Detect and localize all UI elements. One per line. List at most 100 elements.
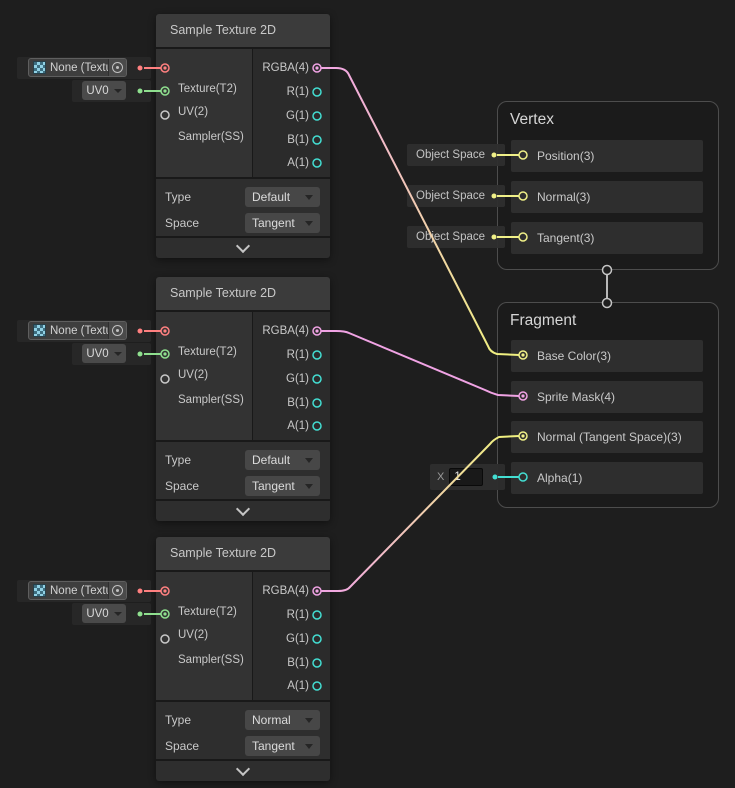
- node-controls: Type Default Space Tangent: [156, 179, 330, 236]
- uv-channel-value: UV0: [86, 608, 108, 620]
- space-label: Space: [165, 213, 199, 233]
- position-space-dropdown[interactable]: Object Space: [407, 144, 505, 166]
- type-value: Default: [252, 190, 290, 204]
- wire-rgba2-to-sprite-mask[interactable]: [317, 331, 519, 396]
- output-label-r: R(1): [287, 84, 309, 100]
- row-label: Sprite Mask(4): [537, 381, 615, 413]
- output-label-rgba: RGBA(4): [262, 323, 309, 339]
- row-label: Normal (Tangent Space)(3): [537, 421, 682, 453]
- node-input-panel: Texture(T2) UV(2) Sampler(SS): [156, 312, 252, 440]
- output-label-g: G(1): [286, 108, 309, 124]
- vertex-context-block[interactable]: Vertex Position(3) Normal(3) Tangent(3): [497, 101, 719, 270]
- shader-graph-canvas[interactable]: Sample Texture 2D Texture(T2) UV(2) Samp…: [0, 0, 735, 788]
- collapse-toggle[interactable]: [156, 238, 330, 258]
- uv-channel-dropdown[interactable]: UV0: [82, 604, 126, 623]
- space-dropdown[interactable]: Tangent: [245, 213, 320, 233]
- chevron-down-icon: [236, 238, 250, 252]
- type-label: Type: [165, 450, 191, 470]
- input-label-uv: UV(2): [178, 367, 208, 383]
- chevron-down-icon: [236, 761, 250, 775]
- space-dropdown[interactable]: Tangent: [245, 476, 320, 496]
- type-value: Normal: [252, 713, 291, 727]
- fragment-row-normal-ts[interactable]: Normal (Tangent Space)(3): [511, 421, 703, 453]
- uv-channel-dropdown[interactable]: UV0: [82, 81, 126, 100]
- uv-channel-value: UV0: [86, 348, 108, 360]
- fragment-context-block[interactable]: Fragment Base Color(3) Sprite Mask(4) No…: [497, 302, 719, 508]
- sample-texture-2d-node-3[interactable]: Sample Texture 2D Texture(T2) UV(2) Samp…: [156, 537, 330, 781]
- fragment-row-alpha[interactable]: Alpha(1): [511, 462, 703, 494]
- fragment-row-sprite-mask[interactable]: Sprite Mask(4): [511, 381, 703, 413]
- texture-slot-widget: None (Textu: [17, 580, 151, 602]
- dropdown-arrow-icon: [305, 458, 313, 463]
- space-value: Tangent: [252, 479, 295, 493]
- texture-object-field[interactable]: None (Textu: [28, 58, 127, 77]
- texture-object-field[interactable]: None (Textu: [28, 581, 127, 600]
- type-dropdown[interactable]: Normal: [245, 710, 320, 730]
- alpha-value-input[interactable]: [449, 468, 483, 486]
- output-label-b: B(1): [287, 655, 309, 671]
- sample-texture-2d-node-2[interactable]: Sample Texture 2D Texture(T2) UV(2) Samp…: [156, 277, 330, 521]
- normal-space-dropdown[interactable]: Object Space: [407, 185, 505, 207]
- node-output-panel: RGBA(4) R(1) G(1) B(1) A(1): [253, 312, 330, 440]
- output-label-b: B(1): [287, 395, 309, 411]
- input-label-sampler: Sampler(SS): [178, 392, 244, 408]
- output-label-r: R(1): [287, 347, 309, 363]
- output-label-rgba: RGBA(4): [262, 583, 309, 599]
- fragment-title: Fragment: [510, 312, 576, 330]
- input-label-sampler: Sampler(SS): [178, 652, 244, 668]
- space-dropdown[interactable]: Tangent: [245, 736, 320, 756]
- node-controls: Type Normal Space Tangent: [156, 702, 330, 759]
- space-label: Space: [165, 476, 199, 496]
- collapse-toggle[interactable]: [156, 761, 330, 781]
- row-label: Alpha(1): [537, 462, 582, 494]
- node-title[interactable]: Sample Texture 2D: [156, 277, 330, 310]
- type-value: Default: [252, 453, 290, 467]
- output-label-a: A(1): [287, 678, 309, 694]
- dropdown-arrow-icon: [305, 221, 313, 226]
- uv-slot-widget: UV0: [72, 80, 151, 102]
- input-label-texture: Texture(T2): [178, 344, 237, 360]
- vertex-title: Vertex: [510, 111, 554, 129]
- uv-channel-dropdown[interactable]: UV0: [82, 344, 126, 363]
- space-value: Tangent: [252, 739, 295, 753]
- object-picker-icon[interactable]: [108, 322, 126, 339]
- output-label-a: A(1): [287, 418, 309, 434]
- node-input-panel: Texture(T2) UV(2) Sampler(SS): [156, 49, 252, 177]
- space-value: Tangent: [252, 216, 295, 230]
- uv-slot-widget: UV0: [72, 603, 151, 625]
- tangent-space-dropdown[interactable]: Object Space: [407, 226, 505, 248]
- texture-slot-widget: None (Textu: [17, 57, 151, 79]
- vertex-row-position[interactable]: Position(3): [511, 140, 703, 172]
- alpha-default-widget: X: [430, 464, 505, 490]
- uv-channel-value: UV0: [86, 85, 108, 97]
- wire-rgba3-to-normal-ts[interactable]: [317, 436, 519, 591]
- row-label: Base Color(3): [537, 340, 611, 372]
- vertex-row-normal[interactable]: Normal(3): [511, 181, 703, 213]
- dropdown-arrow-icon: [305, 484, 313, 489]
- vertex-row-tangent[interactable]: Tangent(3): [511, 222, 703, 254]
- node-title[interactable]: Sample Texture 2D: [156, 537, 330, 570]
- object-picker-icon[interactable]: [108, 59, 126, 76]
- row-label: Position(3): [537, 140, 594, 172]
- output-label-a: A(1): [287, 155, 309, 171]
- node-title[interactable]: Sample Texture 2D: [156, 14, 330, 47]
- x-component-label: X: [437, 471, 444, 483]
- texture-field-value: None (Textu: [50, 62, 108, 74]
- dropdown-arrow-icon: [114, 89, 122, 93]
- wire-rgba1-to-base-color[interactable]: [317, 68, 519, 355]
- texture-field-value: None (Textu: [50, 325, 108, 337]
- output-label-g: G(1): [286, 371, 309, 387]
- object-picker-icon[interactable]: [108, 582, 126, 599]
- type-dropdown[interactable]: Default: [245, 187, 320, 207]
- type-dropdown[interactable]: Default: [245, 450, 320, 470]
- input-label-uv: UV(2): [178, 104, 208, 120]
- output-label-r: R(1): [287, 607, 309, 623]
- sample-texture-2d-node-1[interactable]: Sample Texture 2D Texture(T2) UV(2) Samp…: [156, 14, 330, 258]
- output-label-b: B(1): [287, 132, 309, 148]
- texture-object-field[interactable]: None (Textu: [28, 321, 127, 340]
- chevron-down-icon: [236, 501, 250, 515]
- node-input-panel: Texture(T2) UV(2) Sampler(SS): [156, 572, 252, 700]
- collapse-toggle[interactable]: [156, 501, 330, 521]
- dropdown-arrow-icon: [114, 612, 122, 616]
- fragment-row-base-color[interactable]: Base Color(3): [511, 340, 703, 372]
